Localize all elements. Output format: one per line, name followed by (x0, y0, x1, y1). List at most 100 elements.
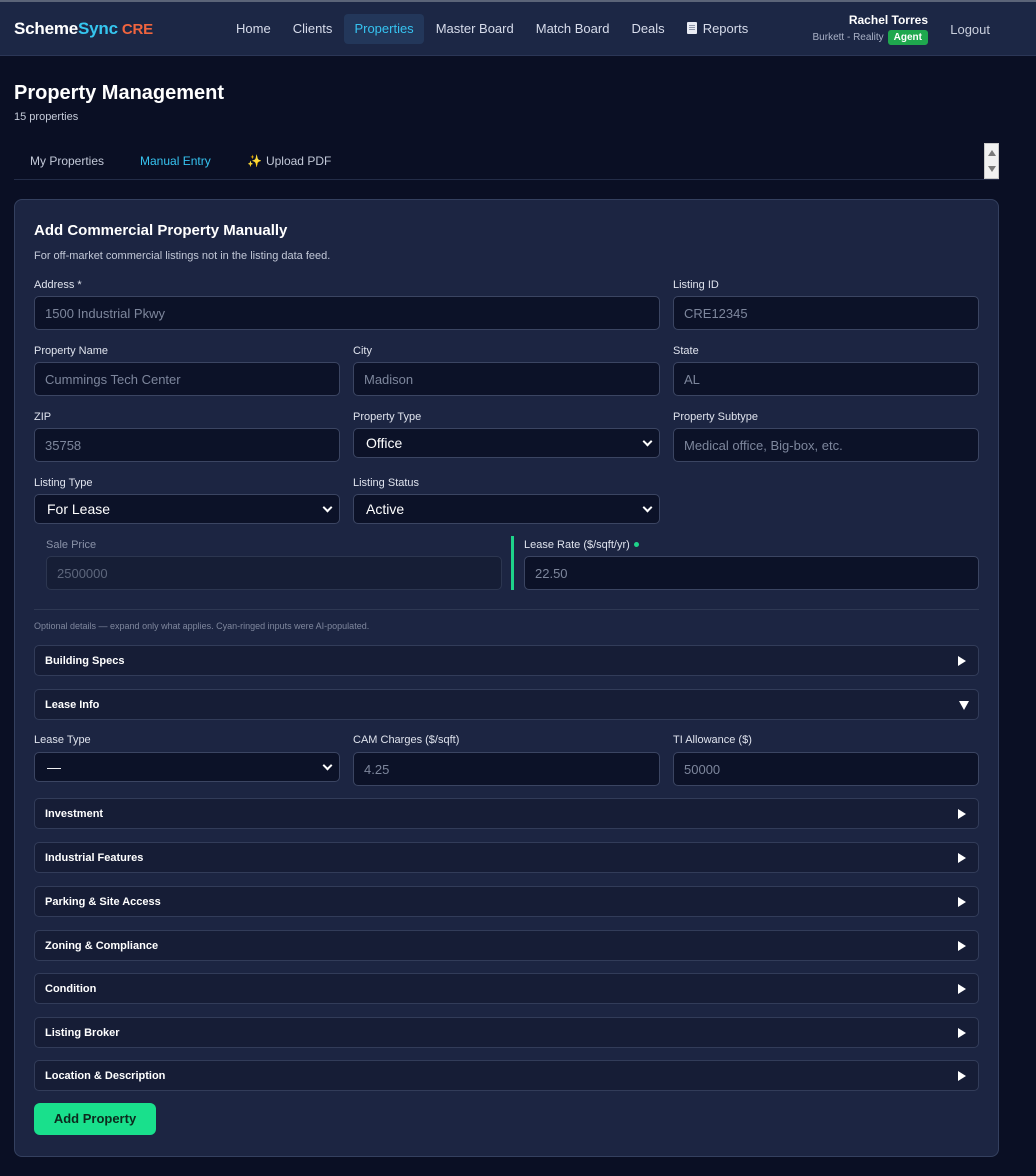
expand-arrow-icon (958, 897, 966, 907)
brand-scheme: Scheme (14, 19, 79, 38)
section-lease-info[interactable]: Lease Info (34, 689, 979, 720)
expand-arrow-icon (958, 809, 966, 819)
chevron-down-icon (642, 436, 653, 447)
nav-match-board[interactable]: Match Board (526, 14, 620, 44)
ti-allowance-input[interactable] (673, 752, 979, 786)
city-input[interactable] (353, 362, 660, 396)
user-name: Rachel Torres (848, 13, 928, 27)
chevron-down-icon (322, 760, 333, 771)
document-icon (686, 22, 697, 34)
top-navbar: SchemeSync CRE Home Clients Properties Ma… (0, 0, 1036, 56)
section-label: Zoning & Compliance (45, 940, 159, 952)
tab-my-properties[interactable]: My Properties (30, 154, 104, 168)
city-label: City (353, 345, 372, 357)
main-nav: Home Clients Properties Master Board Mat… (226, 14, 758, 44)
section-listing-broker[interactable]: Listing Broker (34, 1017, 979, 1048)
expand-arrow-icon (958, 984, 966, 994)
section-location-description[interactable]: Location & Description (34, 1060, 979, 1091)
add-property-button[interactable]: Add Property (34, 1103, 156, 1135)
form-title: Add Commercial Property Manually (34, 222, 288, 239)
property-name-input[interactable] (34, 362, 340, 396)
ti-allowance-label: TI Allowance ($) (673, 734, 752, 746)
section-label: Investment (45, 808, 104, 820)
listing-status-select[interactable]: Active (353, 494, 660, 524)
listing-type-select[interactable]: For Lease (34, 494, 340, 524)
listing-id-label: Listing ID (673, 279, 719, 291)
section-label: Location & Description (45, 1070, 166, 1082)
brand-cre: CRE (121, 21, 153, 38)
section-building-specs[interactable]: Building Specs (34, 645, 979, 676)
lease-type-select[interactable]: — (34, 752, 340, 782)
cam-charges-label: CAM Charges ($/sqft) (353, 734, 460, 746)
listing-status-value: Active (366, 501, 405, 517)
section-label: Parking & Site Access (45, 896, 161, 908)
state-input[interactable] (673, 362, 979, 396)
nav-deals[interactable]: Deals (621, 14, 674, 44)
brand-logo[interactable]: SchemeSync CRE (14, 19, 153, 39)
add-property-card: Add Commercial Property Manually For off… (14, 199, 999, 1157)
active-field-indicator (511, 536, 514, 590)
property-subtype-input[interactable] (673, 428, 979, 462)
tab-bar: My Properties Manual Entry ✨ Upload PDF (14, 144, 999, 180)
property-subtype-label: Property Subtype (673, 411, 758, 423)
listing-status-label: Listing Status (353, 477, 420, 489)
address-input[interactable] (34, 296, 660, 330)
user-org-line: Burkett - Reality Agent (813, 30, 928, 45)
nav-clients[interactable]: Clients (283, 14, 343, 44)
tab-upload-pdf-label: Upload PDF (265, 154, 332, 168)
lease-rate-label: Lease Rate ($/sqft/yr) (524, 539, 630, 551)
logout-link[interactable]: Logout (950, 22, 990, 37)
address-label: Address * (34, 279, 82, 291)
section-label: Listing Broker (45, 1027, 120, 1039)
sale-price-input[interactable] (46, 556, 502, 590)
ai-populated-dot-icon (633, 542, 639, 547)
expand-arrow-icon (958, 941, 966, 951)
form-divider (34, 609, 979, 610)
scroll-up-icon[interactable] (988, 150, 996, 156)
section-zoning[interactable]: Zoning & Compliance (34, 930, 979, 961)
optional-details-hint: Optional details — expand only what appl… (34, 621, 370, 631)
listing-type-value: For Lease (47, 501, 111, 517)
expand-arrow-icon (958, 656, 966, 666)
property-type-value: Office (366, 435, 403, 451)
role-badge: Agent (887, 30, 928, 45)
user-org: Burkett - Reality (812, 32, 884, 43)
expand-arrow-icon (958, 1071, 966, 1081)
property-count: 15 properties (14, 111, 79, 123)
property-type-select[interactable]: Office (353, 428, 660, 458)
section-label: Building Specs (45, 655, 125, 667)
section-label: Industrial Features (45, 852, 144, 864)
tab-manual-entry[interactable]: Manual Entry (140, 154, 211, 168)
nav-home[interactable]: Home (226, 14, 281, 44)
sale-price-label: Sale Price (46, 539, 97, 551)
section-investment[interactable]: Investment (34, 798, 979, 829)
lease-type-value: — (47, 759, 61, 775)
listing-id-input[interactable] (673, 296, 979, 330)
page-title: Property Management (14, 82, 225, 104)
nav-master-board[interactable]: Master Board (426, 14, 524, 44)
section-parking[interactable]: Parking & Site Access (34, 886, 979, 917)
property-type-label: Property Type (353, 411, 422, 423)
scroll-down-icon[interactable] (988, 166, 996, 172)
section-industrial-features[interactable]: Industrial Features (34, 842, 979, 873)
lease-type-label: Lease Type (34, 734, 91, 746)
form-subtitle: For off-market commercial listings not i… (34, 250, 331, 262)
nav-reports[interactable]: Reports (677, 14, 759, 44)
lease-rate-input[interactable] (524, 556, 979, 590)
tab-upload-pdf[interactable]: ✨ Upload PDF (247, 154, 331, 168)
chevron-down-icon (642, 502, 653, 513)
chevron-down-icon (322, 502, 333, 513)
listing-type-label: Listing Type (34, 477, 93, 489)
nav-properties[interactable]: Properties (344, 14, 424, 44)
brand-sync: Sync (78, 19, 118, 38)
section-label: Lease Info (45, 699, 100, 711)
section-condition[interactable]: Condition (34, 973, 979, 1004)
zip-input[interactable] (34, 428, 340, 462)
state-label: State (673, 345, 699, 357)
cam-charges-input[interactable] (353, 752, 660, 786)
zip-label: ZIP (34, 411, 52, 423)
expand-arrow-icon (958, 853, 966, 863)
collapse-arrow-icon (959, 701, 969, 710)
tab-scrollbar[interactable] (984, 143, 999, 179)
section-label: Condition (45, 983, 97, 995)
